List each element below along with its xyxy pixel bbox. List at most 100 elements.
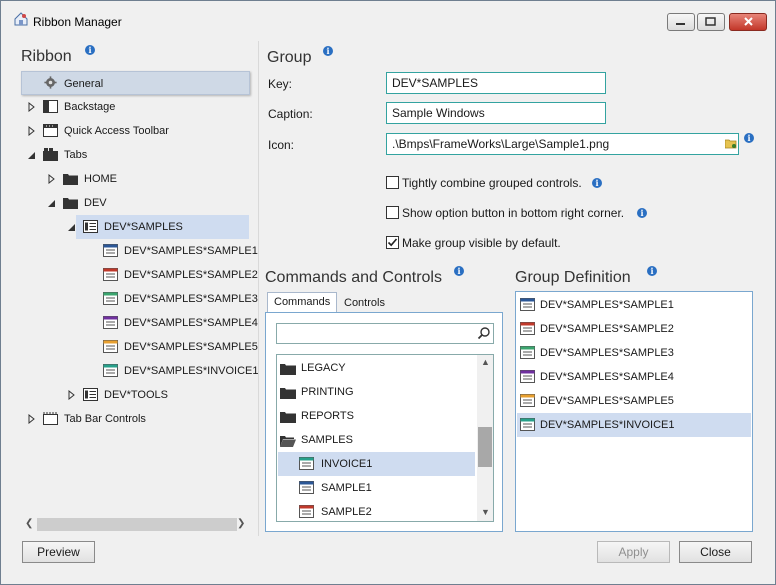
commands-vertical-scrollbar[interactable]: ▲ ▼ [477, 355, 493, 521]
control-icon [103, 316, 118, 329]
list-item-label: DEV*SAMPLES*SAMPLE1 [540, 299, 674, 311]
collapse-icon[interactable] [48, 198, 56, 208]
list-item-reports[interactable]: REPORTS [277, 404, 475, 428]
info-icon[interactable]: i [323, 46, 333, 56]
icon-label: Icon: [268, 138, 295, 152]
info-icon[interactable]: i [454, 266, 464, 276]
close-button[interactable]: Close [679, 541, 752, 563]
checkbox[interactable] [386, 206, 399, 219]
backstage-icon [43, 100, 58, 113]
tree-item-backstage[interactable]: Backstage [21, 95, 250, 119]
search-box[interactable] [276, 323, 494, 344]
collapse-icon[interactable] [28, 150, 36, 160]
collapse-icon[interactable] [68, 222, 76, 232]
tree-item-tabs[interactable]: Tabs [21, 143, 250, 167]
folder-open-icon [280, 436, 296, 447]
info-icon[interactable]: i [647, 266, 657, 276]
expand-icon[interactable] [48, 174, 56, 184]
tightly-combine-checkbox[interactable]: Tightly combine grouped controls. [386, 176, 582, 192]
expand-icon[interactable] [28, 102, 36, 112]
list-item-legacy[interactable]: LEGACY [277, 356, 475, 380]
list-item-sample2[interactable]: SAMPLE2 [277, 500, 475, 521]
control-icon [299, 457, 314, 470]
list-item-sample1[interactable]: SAMPLE1 [277, 476, 475, 500]
tree-item-dev-tools[interactable]: DEV*TOOLS [21, 383, 250, 407]
apply-button[interactable]: Apply [597, 541, 670, 563]
search-input[interactable] [279, 325, 469, 342]
list-item-label: REPORTS [301, 410, 354, 422]
control-icon [299, 505, 314, 518]
expand-icon[interactable] [68, 390, 76, 400]
tree-item-label: Tabs [64, 149, 88, 161]
list-item-printing[interactable]: PRINTING [277, 380, 475, 404]
show-option-button-checkbox[interactable]: Show option button in bottom right corne… [386, 206, 624, 222]
group-definition-heading: Group Definition [515, 269, 631, 286]
tree-item-sample5[interactable]: DEV*SAMPLES*SAMPLE5 [21, 335, 258, 359]
scroll-left-icon[interactable]: ❮ [25, 518, 33, 529]
tree-item-sample4[interactable]: DEV*SAMPLES*SAMPLE4 [21, 311, 258, 335]
group-def-item-sample5[interactable]: DEV*SAMPLES*SAMPLE5 [517, 389, 751, 413]
control-icon [520, 298, 535, 311]
control-icon [103, 364, 118, 377]
group-def-item-sample2[interactable]: DEV*SAMPLES*SAMPLE2 [517, 317, 751, 341]
group-def-item-invoice1[interactable]: DEV*SAMPLES*INVOICE1 [517, 413, 751, 437]
list-item-samples[interactable]: SAMPLES [277, 428, 475, 452]
preview-button[interactable]: Preview [22, 541, 95, 563]
list-item-invoice1[interactable]: INVOICE1 [278, 452, 475, 476]
folder-icon [63, 198, 78, 209]
tree-item-quick-access-toolbar[interactable]: Quick Access Toolbar [21, 119, 250, 143]
icon-path-field[interactable]: .\Bmps\FrameWorks\Large\Sample1.png [386, 133, 739, 155]
make-group-visible-checkbox[interactable]: Make group visible by default. [386, 236, 561, 252]
ribbon-heading: Ribbon [21, 48, 72, 65]
tree-item-sample2[interactable]: DEV*SAMPLES*SAMPLE2 [21, 263, 258, 287]
tree-item-label: Tab Bar Controls [64, 413, 146, 425]
tree-item-label: Quick Access Toolbar [64, 125, 169, 137]
tree-item-label: DEV*SAMPLES*SAMPLE2 [124, 269, 258, 281]
scroll-up-icon[interactable]: ▲ [481, 357, 490, 367]
info-icon[interactable]: i [744, 133, 754, 143]
group-def-item-sample4[interactable]: DEV*SAMPLES*SAMPLE4 [517, 365, 751, 389]
scrollbar-thumb[interactable] [37, 518, 237, 531]
folder-icon [63, 174, 78, 185]
tree-item-home[interactable]: HOME [21, 167, 250, 191]
tree-horizontal-scrollbar[interactable]: ❮ ❯ [21, 516, 250, 533]
list-item-label: DEV*SAMPLES*INVOICE1 [540, 419, 675, 431]
commands-list: LEGACY PRINTING REPORTS SAMPLES INVOICE1… [276, 354, 494, 522]
control-icon [520, 394, 535, 407]
info-icon[interactable]: i [592, 178, 602, 188]
expand-icon[interactable] [28, 126, 36, 136]
title-bar[interactable]: Ribbon Manager [1, 1, 775, 32]
control-icon [520, 418, 535, 431]
caption-field[interactable]: Sample Windows [386, 102, 606, 124]
tab-commands[interactable]: Commands [267, 292, 337, 313]
tree-item-dev[interactable]: DEV [21, 191, 250, 215]
list-item-label: SAMPLES [301, 434, 353, 446]
maximize-button[interactable] [697, 13, 725, 31]
info-icon[interactable]: i [85, 45, 95, 55]
list-item-label: SAMPLE2 [321, 506, 372, 518]
group-def-item-sample3[interactable]: DEV*SAMPLES*SAMPLE3 [517, 341, 751, 365]
checkbox[interactable] [386, 176, 399, 189]
tree-item-sample3[interactable]: DEV*SAMPLES*SAMPLE3 [21, 287, 258, 311]
group-def-item-sample1[interactable]: DEV*SAMPLES*SAMPLE1 [517, 293, 751, 317]
expand-icon[interactable] [28, 414, 36, 424]
checkbox-checked[interactable] [386, 236, 399, 249]
maximize-icon [705, 17, 716, 26]
tree-item-general[interactable]: General [21, 71, 250, 95]
browse-folder-icon[interactable] [725, 139, 737, 149]
checkbox-label: Make group visible by default. [402, 236, 561, 250]
close-window-button[interactable] [729, 13, 767, 31]
key-field[interactable]: DEV*SAMPLES [386, 72, 606, 94]
tree-item-invoice1[interactable]: DEV*SAMPLES*INVOICE1 [21, 359, 259, 383]
tree-item-label: DEV*SAMPLES*SAMPLE3 [124, 293, 258, 305]
minimize-button[interactable] [667, 13, 695, 31]
scroll-right-icon[interactable]: ❯ [237, 518, 245, 529]
info-icon[interactable]: i [637, 208, 647, 218]
tree-item-tab-bar-controls[interactable]: Tab Bar Controls [21, 407, 250, 431]
scrollbar-thumb[interactable] [478, 427, 492, 467]
scroll-down-icon[interactable]: ▼ [481, 507, 490, 517]
search-icon[interactable] [477, 326, 491, 340]
tree-item-sample1[interactable]: DEV*SAMPLES*SAMPLE1 [21, 239, 258, 263]
commands-panel: LEGACY PRINTING REPORTS SAMPLES INVOICE1… [265, 312, 503, 532]
tree-item-dev-samples[interactable]: DEV*SAMPLES [68, 215, 249, 239]
